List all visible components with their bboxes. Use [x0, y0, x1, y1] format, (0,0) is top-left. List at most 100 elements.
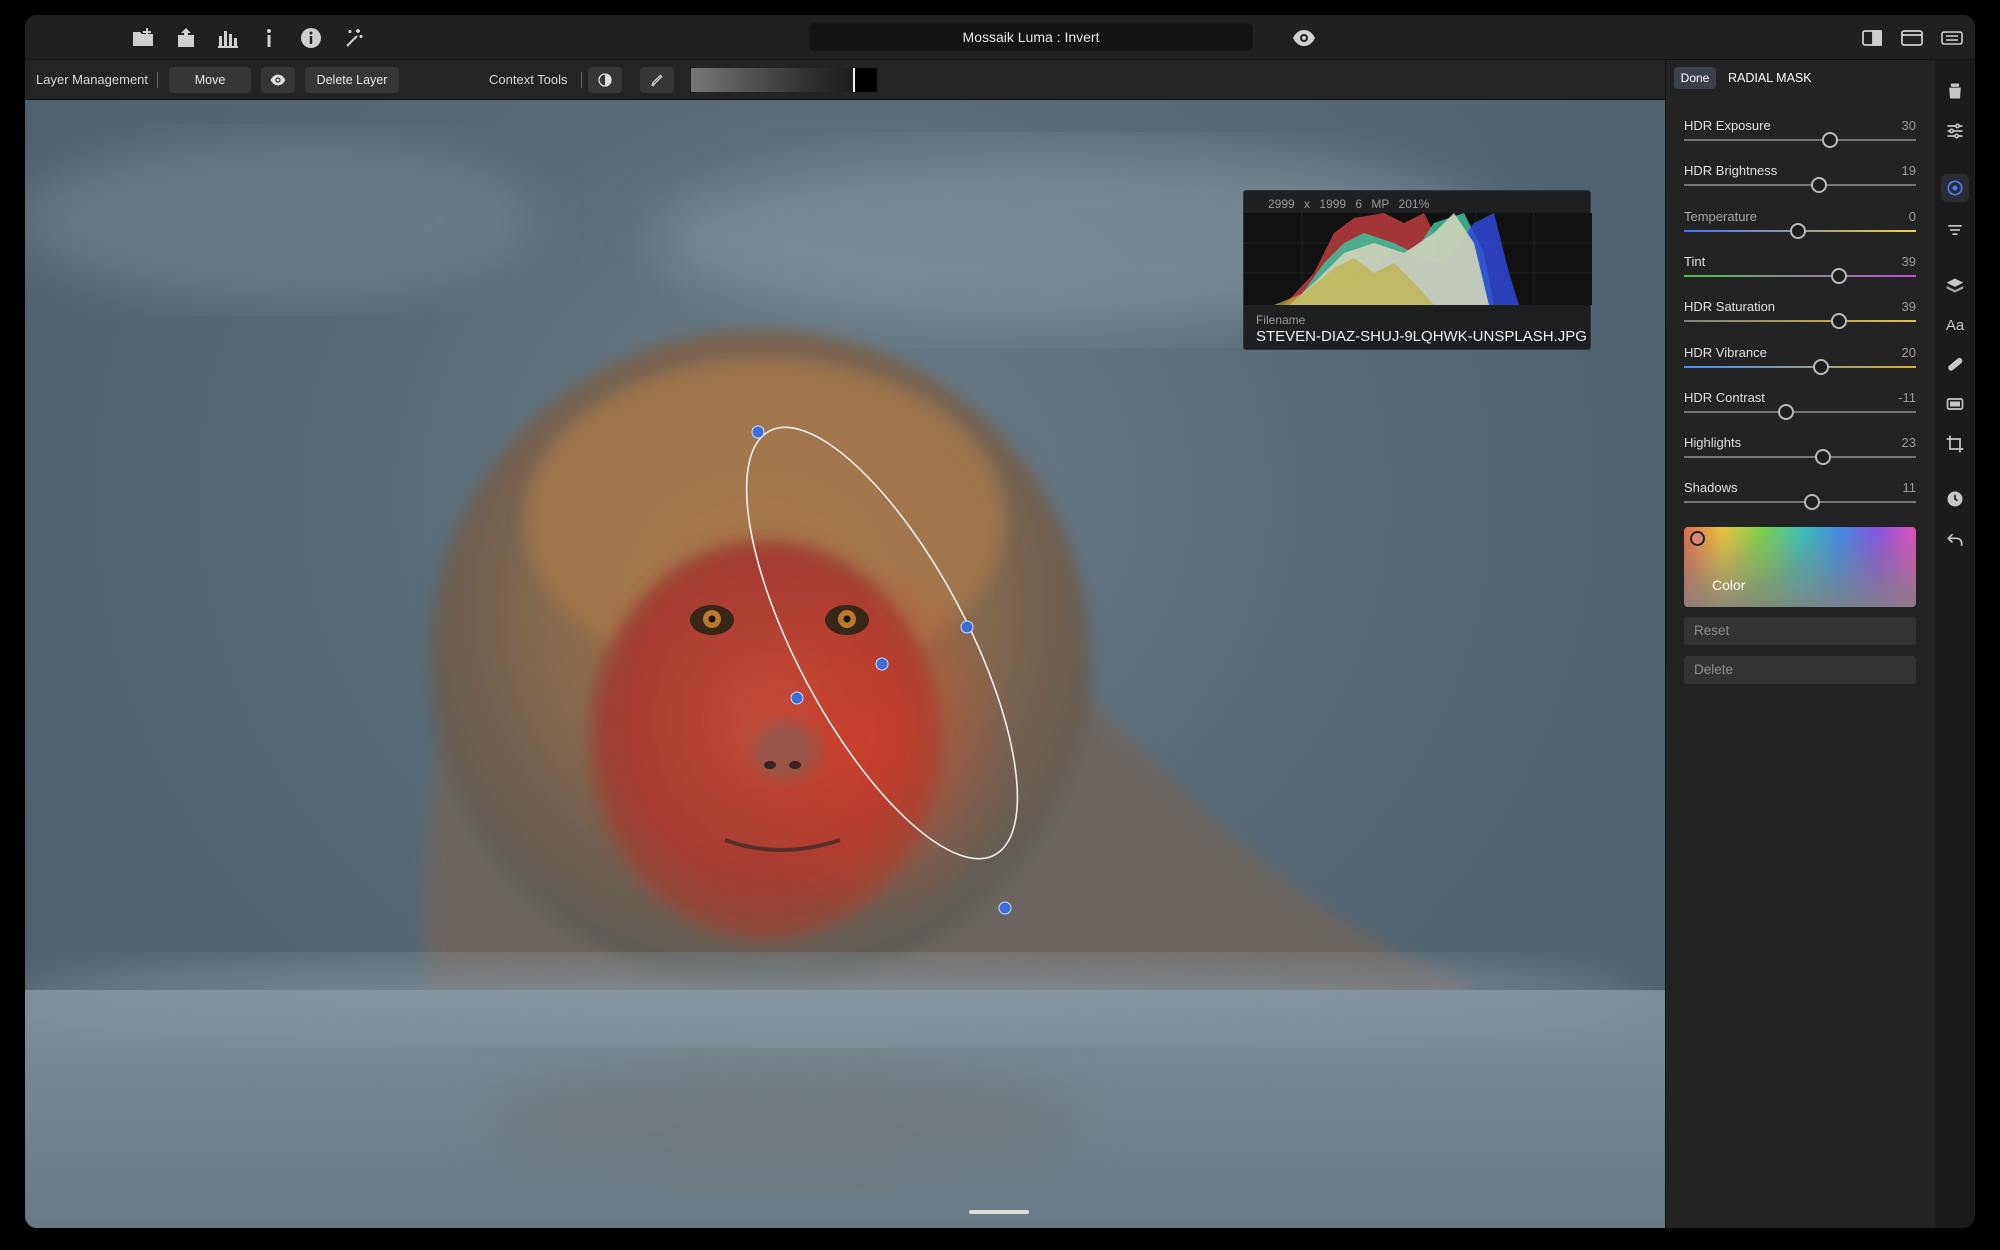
- open-folder-icon[interactable]: [130, 25, 156, 51]
- slider-highlights: Highlights 23: [1684, 435, 1916, 480]
- slider-track[interactable]: [1684, 501, 1916, 504]
- undo-icon[interactable]: [1941, 526, 1969, 554]
- window-title: Mossaik Luma : Invert: [809, 23, 1253, 51]
- layer-toolbar: Layer Management Move Layer Delete Layer…: [25, 60, 1665, 113]
- keyboard-icon[interactable]: [1939, 25, 1965, 51]
- zoom-level: 201%: [1398, 197, 1430, 211]
- image-meta: 2999 x 1999 6 MP 201%: [1268, 197, 1429, 211]
- filter-icon[interactable]: [1941, 216, 1969, 244]
- reset-button[interactable]: Reset: [1684, 617, 1916, 645]
- slider-thumb[interactable]: [1831, 267, 1848, 284]
- window-icon[interactable]: [1899, 25, 1925, 51]
- color-picker-box[interactable]: Color: [1684, 527, 1916, 607]
- healing-icon[interactable]: [1941, 350, 1969, 378]
- bucket-icon[interactable]: [1941, 77, 1969, 105]
- export-icon[interactable]: [173, 25, 199, 51]
- slider-hdr-exposure: HDR Exposure 30: [1684, 118, 1916, 163]
- slider-value: 19: [1901, 163, 1916, 179]
- mask-handle[interactable]: [790, 691, 804, 705]
- invert-mask-button[interactable]: [588, 67, 622, 93]
- slider-thumb[interactable]: [1815, 449, 1832, 466]
- slider-label: Temperature: [1684, 208, 1757, 224]
- history-icon[interactable]: [1941, 485, 1969, 513]
- mask-gradient-handle[interactable]: [853, 68, 877, 92]
- slider-track[interactable]: [1684, 139, 1916, 141]
- histogram-panel: 2999 x 1999 6 MP 201% Filename STEVEN-DI…: [1243, 190, 1592, 350]
- panel-header: Done RADIAL MASK: [1666, 60, 1936, 96]
- slider-track[interactable]: [1684, 274, 1916, 277]
- slider-label: HDR Brightness: [1684, 163, 1778, 179]
- eye-icon[interactable]: [1291, 25, 1317, 51]
- sidebar-toggle-icon[interactable]: [1859, 25, 1885, 51]
- slider-value: -11: [1898, 389, 1916, 405]
- delete-button[interactable]: Delete: [1684, 656, 1916, 684]
- text-icon[interactable]: Aa: [1941, 311, 1969, 339]
- slider-value: 11: [1902, 480, 1917, 496]
- toolbar-divider: [581, 72, 582, 88]
- histogram-graph: [1244, 213, 1592, 305]
- slider-thumb[interactable]: [1778, 403, 1795, 420]
- magic-wand-icon[interactable]: [340, 25, 366, 51]
- slider-label: Shadows: [1684, 480, 1738, 496]
- mask-center-handle[interactable]: [875, 657, 889, 671]
- slider-value: 23: [1901, 435, 1916, 451]
- layers-icon[interactable]: [1941, 272, 1969, 300]
- mask-handle[interactable]: [998, 901, 1012, 915]
- slider-thumb[interactable]: [1831, 313, 1848, 330]
- mask-handle[interactable]: [960, 620, 974, 634]
- filename-value: STEVEN-DIAZ-SHUJ-9LQHWK-UNSPLASH.JPG: [1256, 328, 1587, 345]
- slider-track[interactable]: [1684, 410, 1916, 413]
- brush-tool-button[interactable]: [640, 67, 674, 93]
- image-dimensions: 2999 x 1999: [1268, 197, 1347, 211]
- mask-title: RADIAL MASK: [1728, 71, 1812, 85]
- slider-thumb[interactable]: [1789, 222, 1806, 239]
- histogram-icon[interactable]: [215, 25, 241, 51]
- info-circle-icon[interactable]: [298, 25, 324, 51]
- slider-label: HDR Saturation: [1684, 299, 1776, 315]
- slider-value: 0: [1908, 208, 1916, 224]
- done-button[interactable]: Done: [1674, 67, 1716, 89]
- slider-hdr-saturation: HDR Saturation 39: [1684, 299, 1916, 344]
- color-picker-handle[interactable]: [1690, 531, 1705, 546]
- context-tools-label: Context Tools: [489, 72, 568, 87]
- mask-gradient-slider[interactable]: [691, 68, 877, 92]
- color-label: Color: [1712, 577, 1746, 593]
- layer-visibility-button[interactable]: [261, 67, 295, 93]
- app-window: Mossaik Luma : Invert Layer Management M…: [25, 15, 1975, 1228]
- slider-label: HDR Vibrance: [1684, 344, 1767, 360]
- slider-thumb[interactable]: [1822, 132, 1839, 148]
- slider-thumb[interactable]: [1803, 494, 1820, 511]
- adjustment-panel: Done RADIAL MASK Color Reset Delete HDR …: [1665, 60, 1935, 1228]
- slider-track[interactable]: [1684, 184, 1916, 187]
- toolbar-divider: [157, 72, 158, 88]
- slider-track[interactable]: [1684, 365, 1916, 368]
- slider-value: 20: [1901, 344, 1916, 360]
- slider-thumb[interactable]: [1810, 177, 1827, 194]
- slider-shadows: Shadows 11: [1684, 480, 1916, 525]
- slider-label: Highlights: [1684, 435, 1742, 451]
- slider-value: 39: [1901, 299, 1916, 315]
- image-megapixels: 6 MP: [1355, 197, 1390, 211]
- mask-handle[interactable]: [751, 425, 765, 439]
- radial-mask-icon[interactable]: [1941, 174, 1969, 202]
- slider-temperature: Temperature 0: [1684, 209, 1916, 254]
- delete-layer-button[interactable]: Delete Layer: [305, 67, 399, 93]
- slider-track[interactable]: [1684, 320, 1916, 323]
- filename-label: Filename: [1256, 313, 1306, 327]
- slider-hdr-vibrance: HDR Vibrance 20: [1684, 345, 1916, 390]
- move-layer-button[interactable]: Move Layer: [169, 67, 251, 113]
- slider-label: HDR Contrast: [1684, 389, 1765, 405]
- slider-value: 30: [1901, 118, 1916, 133]
- slider-track[interactable]: [1684, 456, 1916, 459]
- frame-icon[interactable]: [1941, 390, 1969, 418]
- adjustments-icon[interactable]: [1941, 117, 1969, 145]
- tool-sidebar: Aa: [1935, 60, 1975, 1228]
- crop-icon[interactable]: [1941, 430, 1969, 458]
- slider-thumb[interactable]: [1812, 358, 1829, 375]
- slider-label: HDR Exposure: [1684, 118, 1771, 133]
- home-indicator: [969, 1210, 1029, 1214]
- slider-hdr-contrast: HDR Contrast -11: [1684, 390, 1916, 435]
- info-icon[interactable]: [256, 25, 282, 51]
- slider-value: 39: [1901, 253, 1916, 269]
- title-bar: Mossaik Luma : Invert: [25, 15, 1975, 60]
